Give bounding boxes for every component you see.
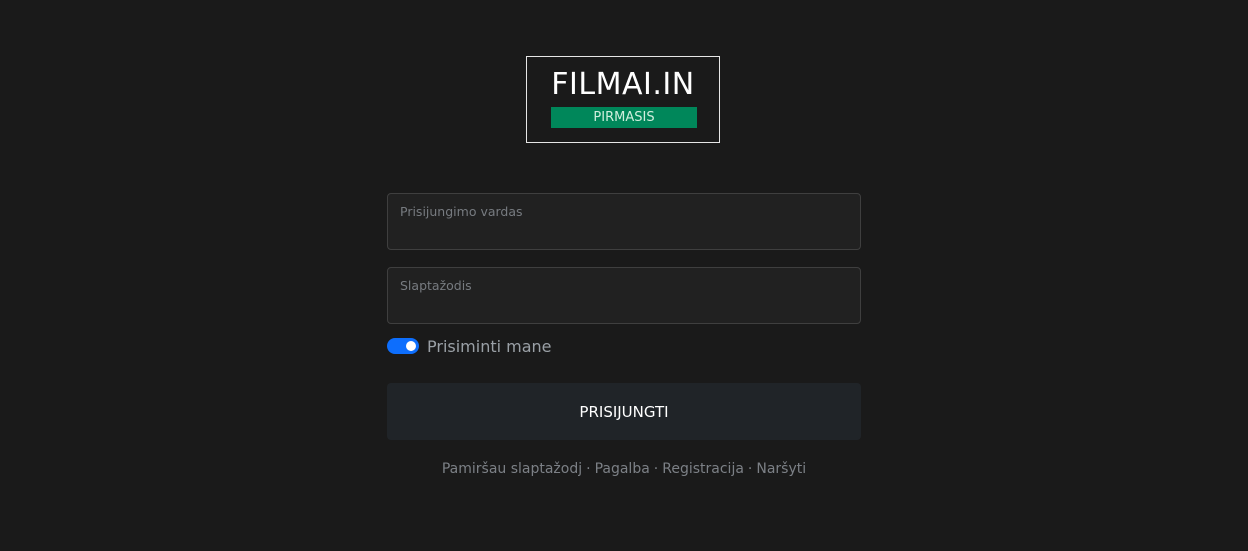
logo-subtitle: PIRMASIS xyxy=(551,107,697,128)
register-link[interactable]: Registracija xyxy=(662,461,744,477)
toggle-knob xyxy=(406,341,416,351)
username-label: Prisijungimo vardas xyxy=(400,204,523,219)
browse-link[interactable]: Naršyti xyxy=(756,461,806,477)
username-input[interactable] xyxy=(400,222,848,242)
site-logo[interactable]: FILMAI.IN PIRMASIS xyxy=(526,56,720,143)
link-separator: · xyxy=(747,461,753,477)
link-separator: · xyxy=(653,461,659,477)
footer-links: Pamiršau slaptažodj · Pagalba · Registracija… xyxy=(0,461,1248,477)
password-input[interactable] xyxy=(400,296,848,316)
forgot-password-link[interactable]: Pamiršau slaptažodj xyxy=(442,461,582,477)
remember-me[interactable]: Prisiminti mane xyxy=(387,336,552,356)
username-field[interactable]: Prisijungimo vardas xyxy=(387,193,861,250)
login-page: FILMAI.IN PIRMASIS Prisijungimo vardas S… xyxy=(0,0,1248,551)
login-button[interactable]: PRISIJUNGTI xyxy=(387,383,861,440)
link-separator: · xyxy=(586,461,591,477)
logo-title: FILMAI.IN xyxy=(551,67,695,102)
help-link[interactable]: Pagalba xyxy=(595,461,650,477)
remember-label[interactable]: Prisiminti mane xyxy=(427,337,552,356)
password-label: Slaptažodis xyxy=(400,278,472,293)
remember-toggle[interactable] xyxy=(387,338,419,354)
password-field[interactable]: Slaptažodis xyxy=(387,267,861,324)
